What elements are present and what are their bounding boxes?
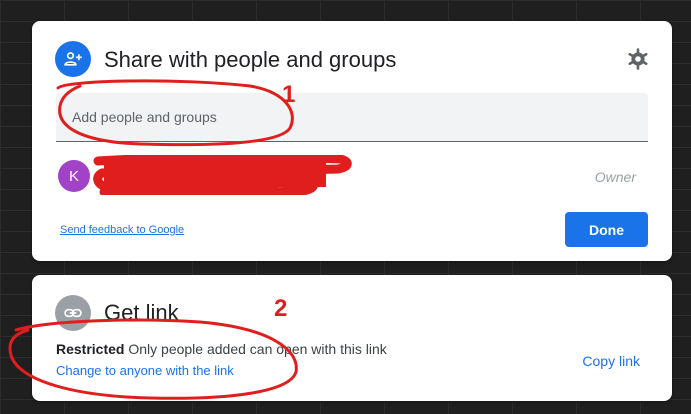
owner-role-label: Owner xyxy=(594,169,636,185)
annotation-marker-2: 2 xyxy=(274,295,288,322)
get-link-dialog: Get link Restricted Only people added ca… xyxy=(32,275,672,401)
add-person-icon xyxy=(55,41,91,77)
gear-icon[interactable] xyxy=(626,47,650,71)
add-people-input[interactable] xyxy=(56,93,648,141)
person-row: K Owner xyxy=(56,155,648,199)
access-description-text: Only people added can open with this lin… xyxy=(128,341,387,357)
done-button[interactable]: Done xyxy=(565,212,648,247)
link-access-description: Restricted Only people added can open wi… xyxy=(56,341,387,357)
access-level-label: Restricted xyxy=(56,341,125,357)
annotation-marker-1: 1 xyxy=(282,81,296,108)
copy-link-button[interactable]: Copy link xyxy=(582,353,640,369)
link-icon xyxy=(55,295,91,331)
redaction-scribble xyxy=(93,155,352,195)
add-people-field[interactable] xyxy=(56,93,648,142)
share-dialog: Share with people and groups K Owner Sen… xyxy=(32,21,672,261)
send-feedback-link[interactable]: Send feedback to Google xyxy=(60,224,184,236)
change-access-link[interactable]: Change to anyone with the link xyxy=(56,363,234,378)
share-dialog-title: Share with people and groups xyxy=(104,47,397,72)
get-link-title: Get link xyxy=(104,300,179,325)
avatar: K xyxy=(58,160,90,192)
